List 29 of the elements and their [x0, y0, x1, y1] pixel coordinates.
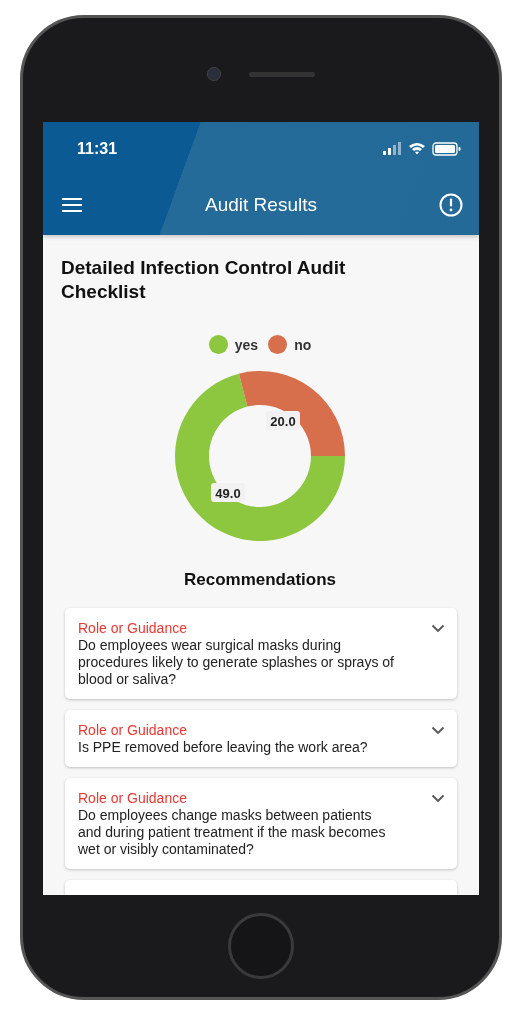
speaker-grille [249, 71, 315, 77]
camera-dot [207, 67, 221, 81]
recommendation-card[interactable]: Role or Guidance Is PPE removed before leaving the work area? [65, 710, 457, 767]
chevron-down-icon[interactable] [431, 624, 445, 633]
card-question: Is PPE removed before leaving the work area? [78, 739, 368, 756]
chevron-down-icon[interactable] [431, 794, 445, 803]
card-label: Role or Guidance [78, 722, 188, 739]
legend-label: no [294, 336, 312, 353]
card-label: Role or Guidance [78, 790, 188, 807]
data-label: 49.0 [211, 483, 245, 502]
section-heading: Recommendations [182, 570, 338, 590]
card-question: Do employees change masks between patients and during patient treatment if the mask becomes wet or visibly contaminated? [78, 807, 387, 858]
card-question: Do employees wear surgical masks during procedures likely to generate splashes or sprays of blood or saliva? [78, 637, 395, 688]
recommendation-card[interactable]: Role or Guidance Do employees change masks between patients and during patient treatment if the mask becomes wet or visibly contaminated? [65, 778, 457, 869]
menu-button[interactable] [61, 197, 83, 213]
chevron-down-icon[interactable] [431, 726, 445, 735]
data-label: 20.0 [266, 411, 300, 430]
page-title: Detailed Infection Control Audit Checklist [61, 256, 347, 304]
data-label: 49.0 [215, 486, 241, 501]
signal-icon [383, 141, 401, 155]
status-time: 11:31 [77, 139, 118, 158]
legend-label: yes [234, 336, 259, 353]
wifi-icon [409, 142, 425, 154]
info-button[interactable] [439, 193, 463, 217]
data-label: 20.0 [270, 414, 296, 429]
card-label: Role or Guidance [78, 620, 188, 637]
app-bar-title: Audit Results [205, 194, 317, 216]
recommendation-card[interactable]: Role or Guidance Do employees wear surgical masks during procedures likely to generate splashes or sprays of blood or saliva? [65, 608, 457, 699]
battery-icon [432, 141, 461, 156]
